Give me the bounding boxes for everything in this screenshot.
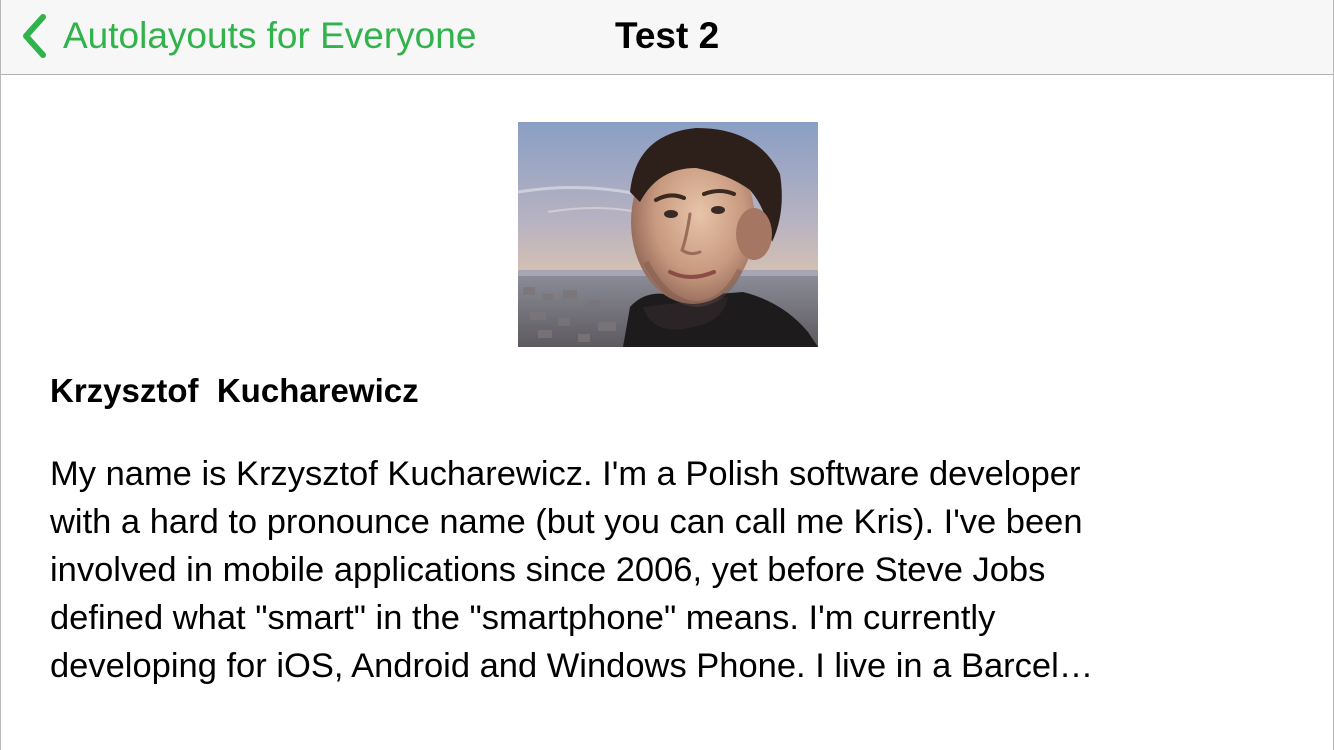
bio-line: with a hard to pronounce name (but you c…: [50, 503, 1083, 541]
profile-name: Krzysztof Kucharewicz: [50, 372, 419, 409]
profile-bio: My name is Krzysztof Kucharewicz. I'm a …: [50, 450, 1280, 690]
bio-line: My name is Krzysztof Kucharewicz. I'm a …: [50, 455, 1081, 493]
back-button-label: Autolayouts for Everyone: [63, 15, 477, 56]
bio-line: developing for iOS, Android and Windows …: [50, 647, 1094, 685]
page-title: Test 2: [615, 15, 720, 56]
screen: Autolayouts for Everyone Test 2 Krzyszto…: [0, 0, 1334, 750]
avatar: [518, 122, 818, 347]
navigation-bar: Autolayouts for Everyone Test 2: [1, 0, 1333, 75]
avatar-photo: [518, 122, 818, 347]
back-button[interactable]: Autolayouts for Everyone: [19, 8, 476, 64]
bio-line: involved in mobile applications since 20…: [50, 551, 1046, 589]
bio-line: defined what "smart" in the "smartphone"…: [50, 599, 996, 637]
chevron-left-icon: [23, 14, 46, 58]
